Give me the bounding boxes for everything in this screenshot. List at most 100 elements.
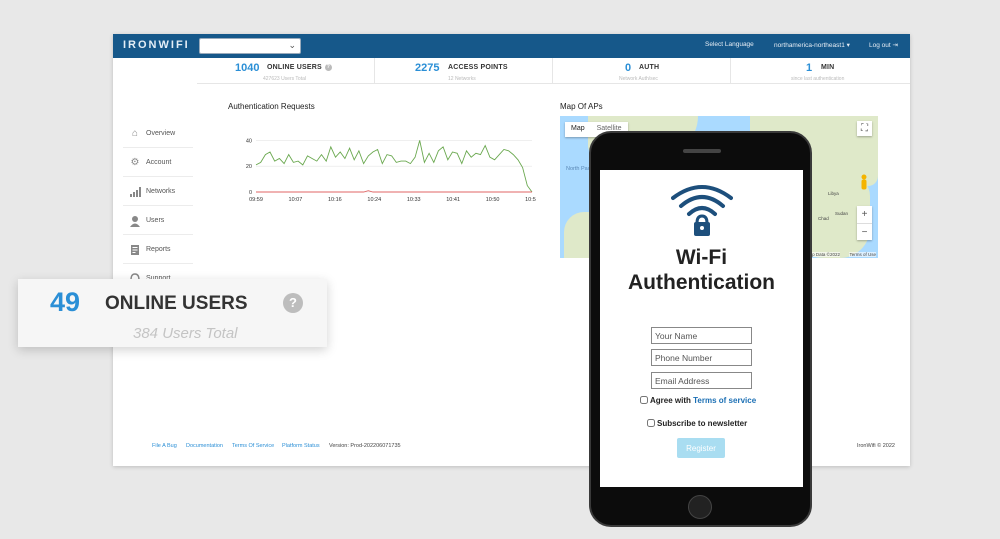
sidebar-item-label: Account — [146, 159, 172, 166]
auth-title-line2: Authentication — [628, 271, 775, 294]
organization-select[interactable]: ⌄ — [199, 38, 301, 54]
user-icon — [129, 215, 141, 227]
sidebar-item-reports[interactable]: Reports — [123, 236, 193, 264]
top-bar: IRONWIFI ⌄ Select Language northamerica-… — [113, 34, 910, 58]
fullscreen-button[interactable]: ⛶ — [857, 121, 872, 136]
help-icon[interactable]: ? — [324, 64, 332, 71]
chart-grid — [256, 140, 532, 193]
logout-label: Log out — [869, 42, 891, 49]
help-icon[interactable]: ? — [283, 293, 303, 313]
map-label-sudan: Sudan — [835, 211, 849, 216]
series-line — [256, 190, 532, 193]
phone-home-button — [688, 495, 712, 519]
footer-copyright: IronWifi © 2022 — [857, 443, 895, 449]
footer-link-file-a-bug[interactable]: File A Bug — [152, 443, 177, 449]
phone-screen: Wi-Fi Authentication Agree with Terms of… — [600, 170, 803, 487]
callout-value: 49 — [50, 287, 81, 317]
callout-label: ONLINE USERS — [105, 293, 248, 314]
map-terms-link[interactable]: Terms of Use — [849, 252, 876, 257]
stat-label: ONLINE USERS? — [267, 64, 332, 71]
stat-sub: since last authentication — [791, 76, 845, 82]
x-tick-label: 09:59 — [249, 197, 263, 203]
region-label: northamerica-northeast1 — [774, 42, 845, 49]
x-tick-label: 10:16 — [328, 197, 342, 203]
stat-value: 2275 — [415, 62, 440, 74]
signal-bars-icon — [129, 186, 141, 198]
stat-value: 1040 — [235, 62, 260, 74]
region-dropdown[interactable]: northamerica-northeast1 ▾ — [774, 41, 850, 49]
subscribe-text: Subscribe to newsletter — [657, 419, 748, 428]
subscribe-row: Subscribe to newsletter — [647, 419, 747, 428]
sidebar-item-label: Networks — [146, 188, 176, 195]
logout-icon: ⇥ — [892, 42, 898, 49]
stat-access-points: 2275 ACCESS POINTS 12 Networks — [375, 58, 553, 84]
x-tick-label: 10:59 — [525, 197, 536, 203]
wifi-lock-icon — [671, 185, 733, 236]
agree-terms-checkbox[interactable] — [640, 396, 648, 404]
sidebar-item-label: Reports — [146, 246, 171, 253]
auth-requests-chart: 0 20 40 09:59 10:07 10:16 10:24 10:33 10:41 10:50… — [246, 138, 536, 203]
ironwifi-logo: IRONWIFI — [123, 39, 190, 51]
gear-icon: ⚙ — [130, 157, 140, 168]
agree-terms-row: Agree with Terms of service — [640, 396, 756, 405]
footer-link-documentation[interactable]: Documentation — [186, 443, 223, 449]
chart-ticks: 0 20 40 09:59 10:07 10:16 10:24 10:33 10:41 10:50… — [246, 138, 536, 203]
y-tick-label: 0 — [249, 190, 252, 196]
stat-sub: 12 Networks — [448, 76, 476, 82]
phone-mockup: Wi-Fi Authentication Agree with Terms of… — [589, 131, 812, 527]
map-label-libya: Libya — [828, 191, 839, 196]
x-tick-label: 10:33 — [407, 197, 421, 203]
caret-down-icon: ▾ — [846, 42, 850, 49]
auth-requests-title: Authentication Requests — [228, 102, 315, 111]
register-button[interactable]: Register — [677, 438, 725, 458]
stat-auth: 0 AUTH Network Auth/sec — [553, 58, 731, 84]
map-title: Map Of APs — [560, 102, 603, 111]
online-users-callout: 49 ONLINE USERS ? 384 Users Total — [18, 279, 327, 347]
zoom-controls: + − — [857, 206, 872, 240]
x-tick-label: 10:24 — [367, 197, 381, 203]
sidebar-item-label: Overview — [146, 130, 176, 137]
sidebar-item-label: Users — [146, 217, 165, 224]
phone-number-field[interactable] — [651, 349, 752, 366]
footer-version: Version: Prod-202206071735 — [329, 443, 401, 449]
footer-link-terms[interactable]: Terms Of Service — [232, 443, 274, 449]
email-field[interactable] — [651, 372, 752, 389]
stat-value: 0 — [625, 62, 632, 74]
select-language-link[interactable]: Select Language — [705, 41, 754, 48]
name-field[interactable] — [651, 327, 752, 344]
stat-label: ACCESS POINTS — [448, 64, 508, 71]
sidebar-item-account[interactable]: ⚙ Account — [123, 149, 193, 177]
sidebar-item-users[interactable]: Users — [123, 207, 193, 235]
auth-title-line1: Wi-Fi — [675, 246, 728, 269]
x-tick-label: 10:50 — [486, 197, 500, 203]
map-label-chad: Chad — [818, 216, 829, 221]
stat-value: 1 — [806, 62, 813, 74]
sidebar-item-overview[interactable]: ⌂ Overview — [123, 120, 193, 148]
sidebar-item-networks[interactable]: Networks — [123, 178, 193, 206]
stat-sub: 427623 Users Total — [263, 76, 306, 82]
stat-label: MIN — [821, 64, 835, 71]
chevron-down-icon: ⌄ — [288, 40, 296, 50]
zoom-out-button[interactable]: − — [857, 223, 872, 240]
phone-speaker — [683, 149, 721, 153]
sidebar: ⌂ Overview ⚙ Account Networks Users Repo… — [113, 58, 197, 428]
report-icon — [129, 244, 141, 256]
stat-online-users: 1040 ONLINE USERS? 427623 Users Total — [197, 58, 375, 84]
subscribe-checkbox[interactable] — [647, 419, 655, 427]
stat-sub: Network Auth/sec — [619, 76, 658, 82]
y-tick-label: 20 — [246, 164, 252, 170]
logout-link[interactable]: Log out ⇥ — [869, 41, 898, 49]
footer-link-platform-status[interactable]: Platform Status — [282, 443, 320, 449]
stat-min: 1 MIN since last authentication — [731, 58, 909, 84]
stat-label-text: ONLINE USERS — [267, 64, 322, 71]
x-tick-label: 10:07 — [289, 197, 303, 203]
zoom-in-button[interactable]: + — [857, 206, 872, 223]
stat-label: AUTH — [639, 64, 660, 71]
callout-sub: 384 Users Total — [133, 325, 238, 342]
pegman-icon[interactable] — [860, 174, 868, 190]
y-tick-label: 40 — [246, 138, 252, 144]
terms-of-service-link[interactable]: Terms of service — [693, 396, 756, 405]
home-icon: ⌂ — [131, 128, 139, 139]
x-tick-label: 10:41 — [446, 197, 460, 203]
map-tab-map[interactable]: Map — [565, 122, 591, 135]
